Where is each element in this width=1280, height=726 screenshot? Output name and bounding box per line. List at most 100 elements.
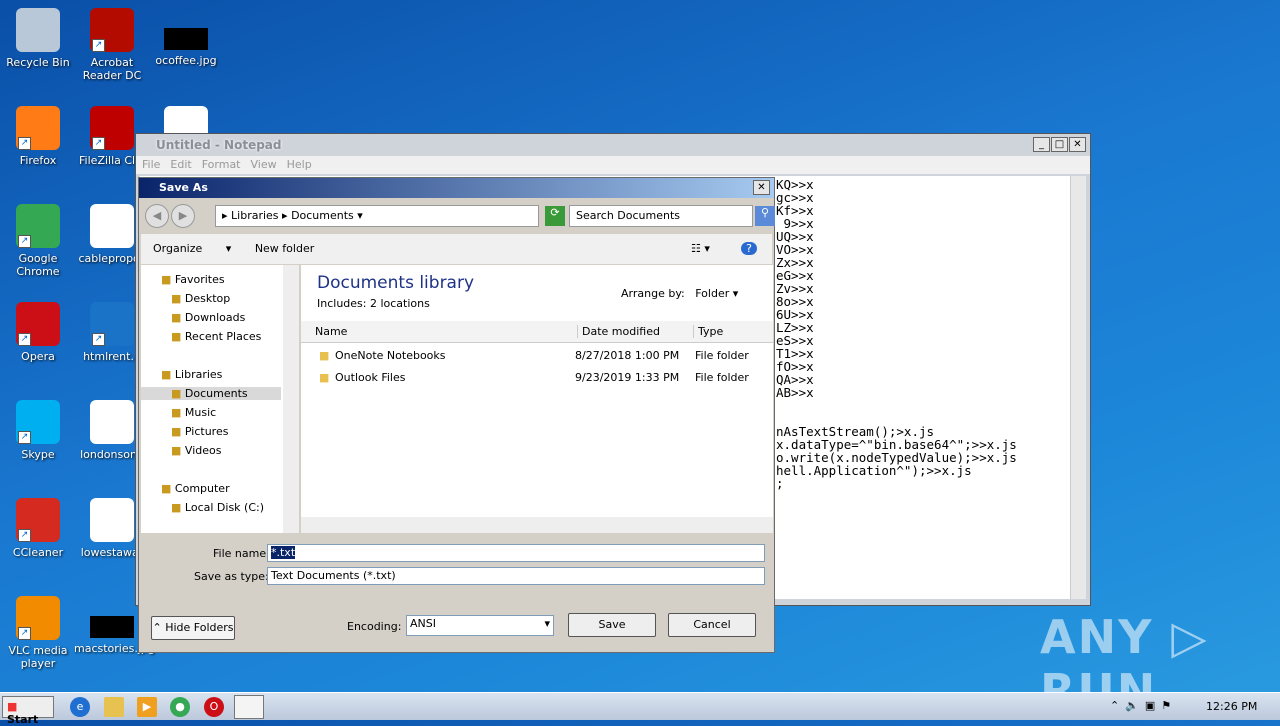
arrange-value: Folder bbox=[695, 287, 730, 300]
tree-item[interactable]: ■ Libraries bbox=[161, 368, 222, 381]
desktop-icon-label: Acrobat Reader DC bbox=[82, 56, 142, 82]
videos-icon: ■ bbox=[171, 444, 182, 457]
tree-item[interactable]: ■ Local Disk (C:) bbox=[171, 501, 264, 514]
skype-icon: ↗ bbox=[16, 400, 60, 444]
desktop-icon-label: ocoffee.jpg bbox=[155, 54, 217, 67]
media-player-icon[interactable]: ▶ bbox=[137, 697, 157, 717]
cancel-button[interactable]: Cancel bbox=[668, 613, 756, 637]
column-type[interactable]: Type bbox=[693, 325, 723, 338]
computer-icon: ■ bbox=[161, 482, 172, 495]
folder-icon: ■ bbox=[319, 349, 330, 362]
menu-format[interactable]: Format bbox=[202, 158, 241, 171]
dialog-close-button[interactable]: ✕ bbox=[753, 180, 770, 195]
recycle-bin-icon bbox=[16, 8, 60, 52]
opera-icon: ↗ bbox=[16, 302, 60, 346]
tree-item-label: Desktop bbox=[184, 292, 231, 305]
vertical-scrollbar[interactable] bbox=[1070, 176, 1086, 599]
breadcrumb-documents: Documents bbox=[291, 209, 354, 222]
tree-item[interactable]: ■ Music bbox=[171, 406, 216, 419]
explorer-icon[interactable] bbox=[104, 697, 124, 717]
search-input[interactable]: Search Documents bbox=[569, 205, 753, 227]
navigation-tree: ■ Favorites ■ Desktop ■ Downloads ■ Recent … bbox=[141, 265, 297, 533]
start-button[interactable]: ■ Start bbox=[2, 696, 54, 726]
vlc-icon: ↗ bbox=[16, 596, 60, 640]
image-file-icon bbox=[90, 616, 134, 638]
file-type: File folder bbox=[695, 349, 749, 362]
encoding-select[interactable]: ANSI ▾ bbox=[406, 615, 554, 636]
maximize-button[interactable]: □ bbox=[1051, 137, 1068, 152]
dialog-title: Save As bbox=[139, 178, 774, 198]
desktop-icon: ■ bbox=[171, 292, 182, 305]
desktop-icon-label: Skype bbox=[21, 448, 55, 461]
desktop-icon-label: VLC media player bbox=[8, 644, 68, 670]
search-placeholder: Search Documents bbox=[576, 209, 681, 222]
save-button[interactable]: Save bbox=[568, 613, 656, 637]
text-line: ; bbox=[776, 476, 784, 491]
menu-edit[interactable]: Edit bbox=[170, 158, 191, 171]
desktop-icon[interactable]: Recycle Bin bbox=[0, 8, 76, 69]
file-row[interactable]: ■ Outlook Files 9/23/2019 1:33 PM File fold… bbox=[301, 371, 773, 391]
taskbar-notepad[interactable] bbox=[234, 695, 264, 719]
shortcut-arrow-icon: ↗ bbox=[92, 39, 105, 52]
tree-scrollbar[interactable] bbox=[283, 265, 299, 533]
desktop-icon[interactable]: ↗ Skype bbox=[0, 400, 76, 461]
clock[interactable]: 12:26 PM bbox=[1206, 700, 1257, 713]
tree-item[interactable]: ■ Videos bbox=[171, 444, 221, 457]
tray-icons[interactable]: ⌃🔈▣⚑ bbox=[1110, 699, 1177, 712]
column-name[interactable]: Name bbox=[315, 325, 347, 338]
horizontal-scrollbar[interactable] bbox=[301, 517, 773, 533]
desktop-icon[interactable]: ↗ Opera bbox=[0, 302, 76, 363]
column-date[interactable]: Date modified bbox=[577, 325, 660, 338]
tree-item-label: Pictures bbox=[184, 425, 229, 438]
text-line: hell.Application^");>>x.js bbox=[776, 463, 972, 478]
desktop-icon[interactable]: ↗ VLC media player bbox=[0, 596, 76, 670]
tree-item[interactable]: ■ Downloads bbox=[171, 311, 245, 324]
new-folder-button[interactable]: New folder bbox=[255, 242, 314, 255]
file-name-input[interactable]: *.txt bbox=[267, 544, 765, 562]
tree-item-label: Favorites bbox=[174, 273, 225, 286]
tree-item[interactable]: ■ Computer bbox=[161, 482, 230, 495]
desktop-icon[interactable]: ↗ Firefox bbox=[0, 106, 76, 167]
refresh-icon[interactable]: ⟳ bbox=[545, 206, 565, 226]
desktop-icon[interactable]: ↗ Acrobat Reader DC bbox=[74, 8, 150, 82]
file-type: File folder bbox=[695, 371, 749, 384]
chrome-icon[interactable]: ● bbox=[170, 697, 190, 717]
forward-button[interactable]: ▶ bbox=[171, 204, 195, 228]
menu-help[interactable]: Help bbox=[287, 158, 312, 171]
organize-button[interactable]: Organize ▾ bbox=[153, 242, 231, 255]
desktop-icon[interactable]: ↗ Google Chrome bbox=[0, 204, 76, 278]
tree-item[interactable]: ■ Documents bbox=[141, 387, 281, 400]
close-button[interactable]: ✕ bbox=[1069, 137, 1086, 152]
organize-label: Organize bbox=[153, 242, 203, 255]
breadcrumb[interactable]: ▸ Libraries ▸ Documents ▾ bbox=[215, 205, 539, 227]
search-icon[interactable]: ⚲ bbox=[755, 206, 775, 226]
file-name: OneNote Notebooks bbox=[335, 349, 446, 362]
tree-item[interactable]: ■ Favorites bbox=[161, 273, 225, 286]
folder-icon: ■ bbox=[319, 371, 330, 384]
tree-item-label: Recent Places bbox=[184, 330, 262, 343]
help-icon[interactable]: ? bbox=[741, 242, 757, 255]
opera-icon[interactable]: O bbox=[204, 697, 224, 717]
back-button[interactable]: ◀ bbox=[145, 204, 169, 228]
arrange-by[interactable]: Arrange by: Folder ▾ bbox=[621, 287, 738, 300]
desktop-icon[interactable]: ↗ CCleaner bbox=[0, 498, 76, 559]
save-type-select[interactable]: Text Documents (*.txt) bbox=[267, 567, 765, 585]
desktop-icon[interactable]: ocoffee.jpg bbox=[148, 8, 224, 67]
ie-icon[interactable]: e bbox=[70, 697, 90, 717]
tree-item-label: Libraries bbox=[174, 368, 223, 381]
tree-item-label: Music bbox=[184, 406, 217, 419]
minimize-button[interactable]: _ bbox=[1033, 137, 1050, 152]
menu-file[interactable]: File bbox=[142, 158, 160, 171]
image-file-icon bbox=[164, 28, 208, 50]
encoding-value: ANSI bbox=[410, 617, 436, 630]
file-row[interactable]: ■ OneNote Notebooks 8/27/2018 1:00 PM File … bbox=[301, 349, 773, 369]
save-as-dialog: Save As ✕ ◀ ▶ ▸ Libraries ▸ Documents ▾ ⟳… bbox=[138, 177, 775, 653]
tree-item[interactable]: ■ Pictures bbox=[171, 425, 228, 438]
tree-item[interactable]: ■ Recent Places bbox=[171, 330, 261, 343]
view-icon[interactable]: ☷ ▾ bbox=[691, 242, 710, 255]
file-date: 9/23/2019 1:33 PM bbox=[575, 371, 680, 384]
file-name-value: *.txt bbox=[271, 546, 296, 559]
tree-item[interactable]: ■ Desktop bbox=[171, 292, 230, 305]
menu-view[interactable]: View bbox=[251, 158, 277, 171]
hide-folders-button[interactable]: ⌃ Hide Folders bbox=[151, 616, 235, 640]
